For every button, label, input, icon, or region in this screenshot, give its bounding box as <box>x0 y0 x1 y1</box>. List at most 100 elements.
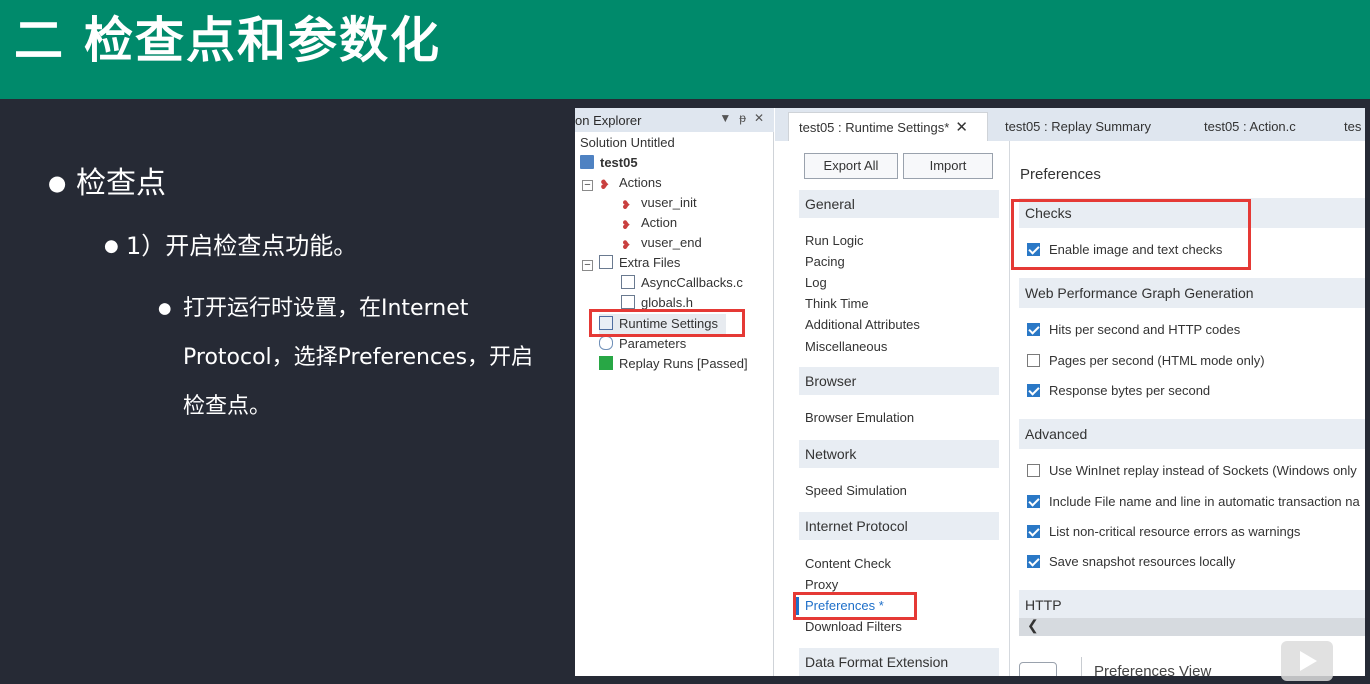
bullet-dot-icon: ● <box>48 170 67 195</box>
checkbox-non-critical-errors-label: List non-critical resource errors as war… <box>1049 524 1301 539</box>
tree-solution[interactable]: Solution Untitled <box>580 133 675 153</box>
replay-passed-icon <box>599 356 613 370</box>
close-icon[interactable]: ✕ <box>754 111 764 125</box>
checkbox-unchecked-icon[interactable] <box>1027 354 1040 367</box>
nav-section-general[interactable]: General <box>799 190 999 218</box>
checkbox-checked-icon[interactable] <box>1027 555 1040 568</box>
checkbox-checked-icon[interactable] <box>1027 323 1040 336</box>
nav-speed-simulation[interactable]: Speed Simulation <box>805 483 907 498</box>
nav-proxy[interactable]: Proxy <box>805 577 838 592</box>
tree-actions[interactable]: ❥ Actions <box>599 173 662 193</box>
highlight-preferences <box>793 592 917 620</box>
checkbox-checked-icon[interactable] <box>1027 384 1040 397</box>
collapse-actions-icon[interactable]: − <box>582 180 593 191</box>
tree-extra-files[interactable]: Extra Files <box>599 253 680 273</box>
loadrunner-screenshot: on Explorer ▼ ᵽ ✕ Solution Untitled test… <box>575 108 1365 676</box>
tree-extra-files-label: Extra Files <box>619 255 681 270</box>
nav-pacing[interactable]: Pacing <box>805 254 845 269</box>
checkbox-wininet[interactable]: Use WinInet replay instead of Sockets (W… <box>1027 462 1357 480</box>
dropdown-icon[interactable]: ▼ <box>719 111 731 125</box>
checkbox-response-bytes[interactable]: Response bytes per second <box>1027 382 1210 400</box>
preferences-view-label: Preferences View <box>1094 663 1212 676</box>
tree-vuser-init[interactable]: ❥ vuser_init <box>621 193 697 213</box>
nav-section-data-format-extension[interactable]: Data Format Extension <box>799 648 999 676</box>
checkbox-checked-icon[interactable] <box>1027 525 1040 538</box>
nav-browser-emulation[interactable]: Browser Emulation <box>805 410 914 425</box>
script-icon <box>580 155 594 169</box>
tree-async-callbacks[interactable]: AsyncCallbacks.c <box>621 273 743 293</box>
nav-section-browser[interactable]: Browser <box>799 367 999 395</box>
play-icon[interactable] <box>1281 641 1333 681</box>
explorer-title: on Explorer <box>575 113 642 128</box>
nav-think-time[interactable]: Think Time <box>805 296 869 311</box>
bullet-dot-icon: ● <box>158 299 172 317</box>
scroll-left-icon[interactable]: ❮ <box>1027 617 1039 634</box>
nav-download-filters[interactable]: Download Filters <box>805 619 902 634</box>
action-icon: ❥ <box>621 198 632 212</box>
group-advanced: Advanced <box>1019 419 1365 449</box>
tab-overflow[interactable]: tes <box>1344 112 1361 141</box>
checkbox-checked-icon[interactable] <box>1027 495 1040 508</box>
explorer-controls: ▼ ᵽ ✕ <box>719 111 764 125</box>
tab-replay-summary-label: test05 : Replay Summary <box>1005 119 1151 134</box>
checkbox-include-file-label: Include File name and line in automatic … <box>1049 494 1360 509</box>
export-all-button[interactable]: Export All <box>804 153 898 179</box>
nav-section-internet-protocol[interactable]: Internet Protocol <box>799 512 999 540</box>
checkbox-hits-per-second[interactable]: Hits per second and HTTP codes <box>1027 321 1240 339</box>
nav-section-network[interactable]: Network <box>799 440 999 468</box>
tab-action-c[interactable]: test05 : Action.c <box>1204 112 1296 141</box>
checkbox-save-snapshot-label: Save snapshot resources locally <box>1049 554 1236 569</box>
collapse-extra-files-icon[interactable]: − <box>582 260 593 271</box>
checkbox-save-snapshot[interactable]: Save snapshot resources locally <box>1027 553 1235 571</box>
nav-additional-attributes[interactable]: Additional Attributes <box>805 317 920 332</box>
solution-explorer: on Explorer ▼ ᵽ ✕ Solution Untitled test… <box>575 108 774 676</box>
pin-icon[interactable]: ᵽ <box>739 111 746 125</box>
checkbox-pages-per-second-label: Pages per second (HTML mode only) <box>1049 353 1265 368</box>
tree-vuser-end[interactable]: ❥ vuser_end <box>621 233 702 253</box>
checkbox-non-critical-errors[interactable]: List non-critical resource errors as war… <box>1027 523 1300 541</box>
checkbox-wininet-label: Use WinInet replay instead of Sockets (W… <box>1049 463 1357 478</box>
preferences-view-icon[interactable] <box>1019 662 1057 676</box>
bullet-enable-checkpoint-text: 1）开启检查点功能。 <box>126 232 358 260</box>
nav-miscellaneous[interactable]: Miscellaneous <box>805 339 887 354</box>
action-icon: ❥ <box>621 218 632 232</box>
tree-vuser-init-label: vuser_init <box>641 195 697 210</box>
checkbox-include-file[interactable]: Include File name and line in automatic … <box>1027 493 1360 511</box>
slide-header: 二 检查点和参数化 <box>0 0 1370 99</box>
checkbox-pages-per-second[interactable]: Pages per second (HTML mode only) <box>1027 352 1265 370</box>
nav-log[interactable]: Log <box>805 275 827 290</box>
tab-runtime-settings-label: test05 : Runtime Settings* <box>799 120 950 135</box>
tab-overflow-label: tes <box>1344 119 1362 134</box>
explorer-header: on Explorer ▼ ᵽ ✕ <box>575 108 774 132</box>
highlight-runtime-settings <box>589 309 745 337</box>
tree-actions-label: Actions <box>619 175 662 190</box>
bullet-checkpoint: ● 检查点 <box>48 158 166 202</box>
parameters-icon <box>599 336 613 350</box>
group-http: HTTP <box>1019 590 1365 620</box>
pane-divider[interactable] <box>1009 141 1010 676</box>
tab-runtime-settings[interactable]: test05 : Runtime Settings* ✕ <box>788 112 988 141</box>
nav-content-check[interactable]: Content Check <box>805 556 891 571</box>
tree-parameters[interactable]: Parameters <box>599 334 686 354</box>
tree-replay-runs[interactable]: Replay Runs [Passed] <box>599 354 748 374</box>
file-icon <box>621 295 635 309</box>
bullet-instructions-text: 打开运行时设置，在Internet Protocol，选择Preferences… <box>183 296 534 419</box>
nav-run-logic[interactable]: Run Logic <box>805 233 864 248</box>
tree-script[interactable]: test05 <box>580 153 638 173</box>
bullet-enable-checkpoint: ● 1）开启检查点功能。 <box>104 226 357 261</box>
tree-parameters-label: Parameters <box>619 336 687 351</box>
import-button[interactable]: Import <box>903 153 993 179</box>
tree-solution-label: Solution Untitled <box>580 135 675 150</box>
tab-action-c-label: test05 : Action.c <box>1204 119 1296 134</box>
tab-replay-summary[interactable]: test05 : Replay Summary <box>1005 112 1151 141</box>
folder-icon <box>599 255 613 269</box>
tree-vuser-end-label: vuser_end <box>641 235 702 250</box>
checkbox-unchecked-icon[interactable] <box>1027 464 1040 477</box>
tree-script-label: test05 <box>600 155 638 170</box>
slide-title: 二 检查点和参数化 <box>14 12 442 69</box>
preferences-view-separator <box>1081 657 1082 676</box>
horizontal-scrollbar[interactable]: ❮ <box>1019 617 1365 636</box>
bullet-instructions: ● 打开运行时设置，在Internet Protocol，选择Preference… <box>158 284 548 431</box>
tab-close-icon[interactable]: ✕ <box>955 119 968 136</box>
tree-action[interactable]: ❥ Action <box>621 213 677 233</box>
